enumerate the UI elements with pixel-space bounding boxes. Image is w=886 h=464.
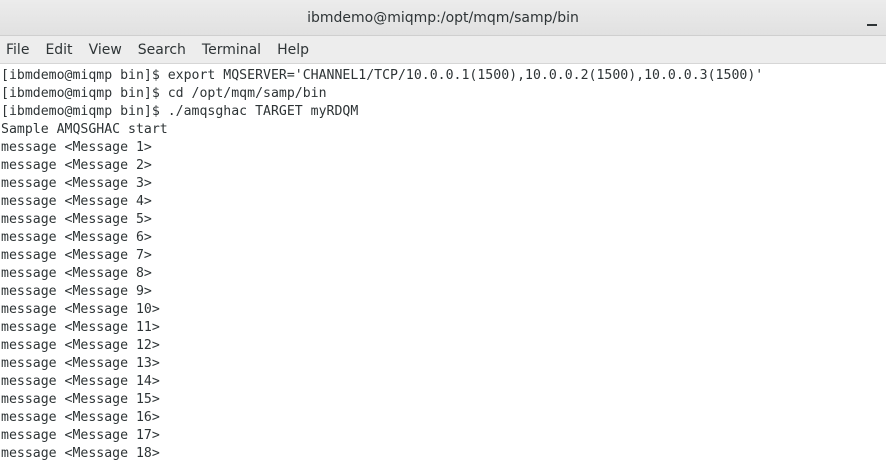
terminal-line: message <Message 15> (1, 392, 160, 407)
terminal-line: Sample AMQSGHAC start (1, 122, 168, 137)
terminal-line: message <Message 13> (1, 356, 160, 371)
terminal-output[interactable]: [ibmdemo@miqmp bin]$ export MQSERVER='CH… (0, 65, 886, 464)
terminal-line: message <Message 7> (1, 248, 152, 263)
menu-edit[interactable]: Edit (37, 36, 80, 64)
terminal-line: message <Message 16> (1, 410, 160, 425)
terminal-window: ibmdemo@miqmp:/opt/mqm/samp/bin File Edi… (0, 0, 886, 464)
terminal-line: message <Message 14> (1, 374, 160, 389)
terminal-line: message <Message 11> (1, 320, 160, 335)
terminal-line: [ibmdemo@miqmp bin]$ export MQSERVER='CH… (1, 68, 764, 83)
terminal-line: message <Message 1> (1, 140, 152, 155)
menu-view[interactable]: View (81, 36, 130, 64)
terminal-line: message <Message 3> (1, 176, 152, 191)
terminal-line: message <Message 8> (1, 266, 152, 281)
menu-bar: File Edit View Search Terminal Help (0, 36, 886, 64)
terminal-line: message <Message 17> (1, 428, 160, 443)
terminal-line: [ibmdemo@miqmp bin]$ ./amqsghac TARGET m… (1, 104, 359, 119)
menu-search[interactable]: Search (130, 36, 194, 64)
terminal-line: message <Message 18> (1, 446, 160, 461)
terminal-line: message <Message 6> (1, 230, 152, 245)
menu-file[interactable]: File (0, 36, 37, 64)
menu-help[interactable]: Help (269, 36, 317, 64)
terminal-line: message <Message 2> (1, 158, 152, 173)
terminal-line: message <Message 9> (1, 284, 152, 299)
terminal-line: message <Message 4> (1, 194, 152, 209)
terminal-line: [ibmdemo@miqmp bin]$ cd /opt/mqm/samp/bi… (1, 86, 327, 101)
terminal-line: message <Message 10> (1, 302, 160, 317)
menu-terminal[interactable]: Terminal (194, 36, 269, 64)
minimize-icon[interactable] (864, 12, 880, 28)
terminal-line: message <Message 12> (1, 338, 160, 353)
window-title: ibmdemo@miqmp:/opt/mqm/samp/bin (307, 10, 579, 26)
terminal-line: message <Message 5> (1, 212, 152, 227)
title-bar[interactable]: ibmdemo@miqmp:/opt/mqm/samp/bin (0, 0, 886, 36)
